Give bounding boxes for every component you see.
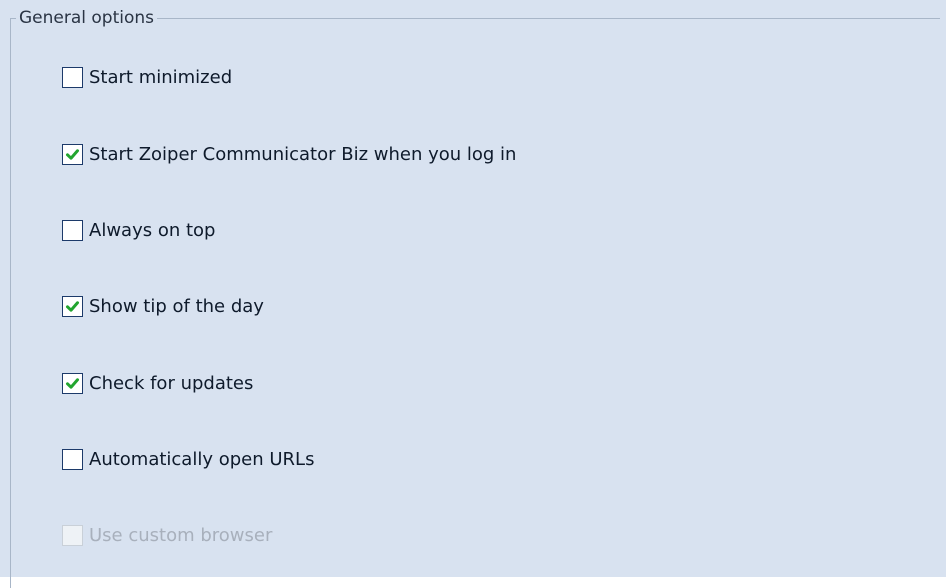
group-title: General options — [16, 8, 158, 28]
show-tip-of-the-day-checkbox[interactable] — [62, 295, 83, 317]
always-on-top-checkbox[interactable] — [62, 219, 83, 241]
checkmark-icon — [66, 148, 79, 160]
start-on-login-label[interactable]: Start Zoiper Communicator Biz when you l… — [89, 144, 516, 165]
check-for-updates-option[interactable]: Check for updates — [62, 370, 253, 396]
checkmark-icon — [66, 300, 79, 312]
start-minimized-checkbox[interactable] — [62, 66, 83, 88]
use-custom-browser-option: Use custom browser — [62, 522, 272, 548]
automatically-open-urls-label[interactable]: Automatically open URLs — [89, 449, 314, 470]
check-for-updates-checkbox[interactable] — [62, 372, 83, 394]
always-on-top-option[interactable]: Always on top — [62, 217, 215, 243]
checkmark-icon — [66, 377, 79, 389]
start-minimized-label[interactable]: Start minimized — [89, 67, 232, 88]
automatically-open-urls-checkbox[interactable] — [62, 448, 83, 470]
show-tip-of-the-day-option[interactable]: Show tip of the day — [62, 293, 264, 319]
start-minimized-option[interactable]: Start minimized — [62, 64, 232, 90]
always-on-top-label[interactable]: Always on top — [89, 220, 215, 241]
use-custom-browser-checkbox — [62, 524, 83, 546]
check-for-updates-label[interactable]: Check for updates — [89, 373, 253, 394]
start-on-login-checkbox[interactable] — [62, 143, 83, 165]
show-tip-of-the-day-label[interactable]: Show tip of the day — [89, 296, 264, 317]
use-custom-browser-label: Use custom browser — [89, 524, 273, 546]
settings-panel: General options Start minimized Start Zo… — [0, 0, 946, 588]
automatically-open-urls-option[interactable]: Automatically open URLs — [62, 446, 314, 472]
start-on-login-option[interactable]: Start Zoiper Communicator Biz when you l… — [62, 141, 516, 167]
